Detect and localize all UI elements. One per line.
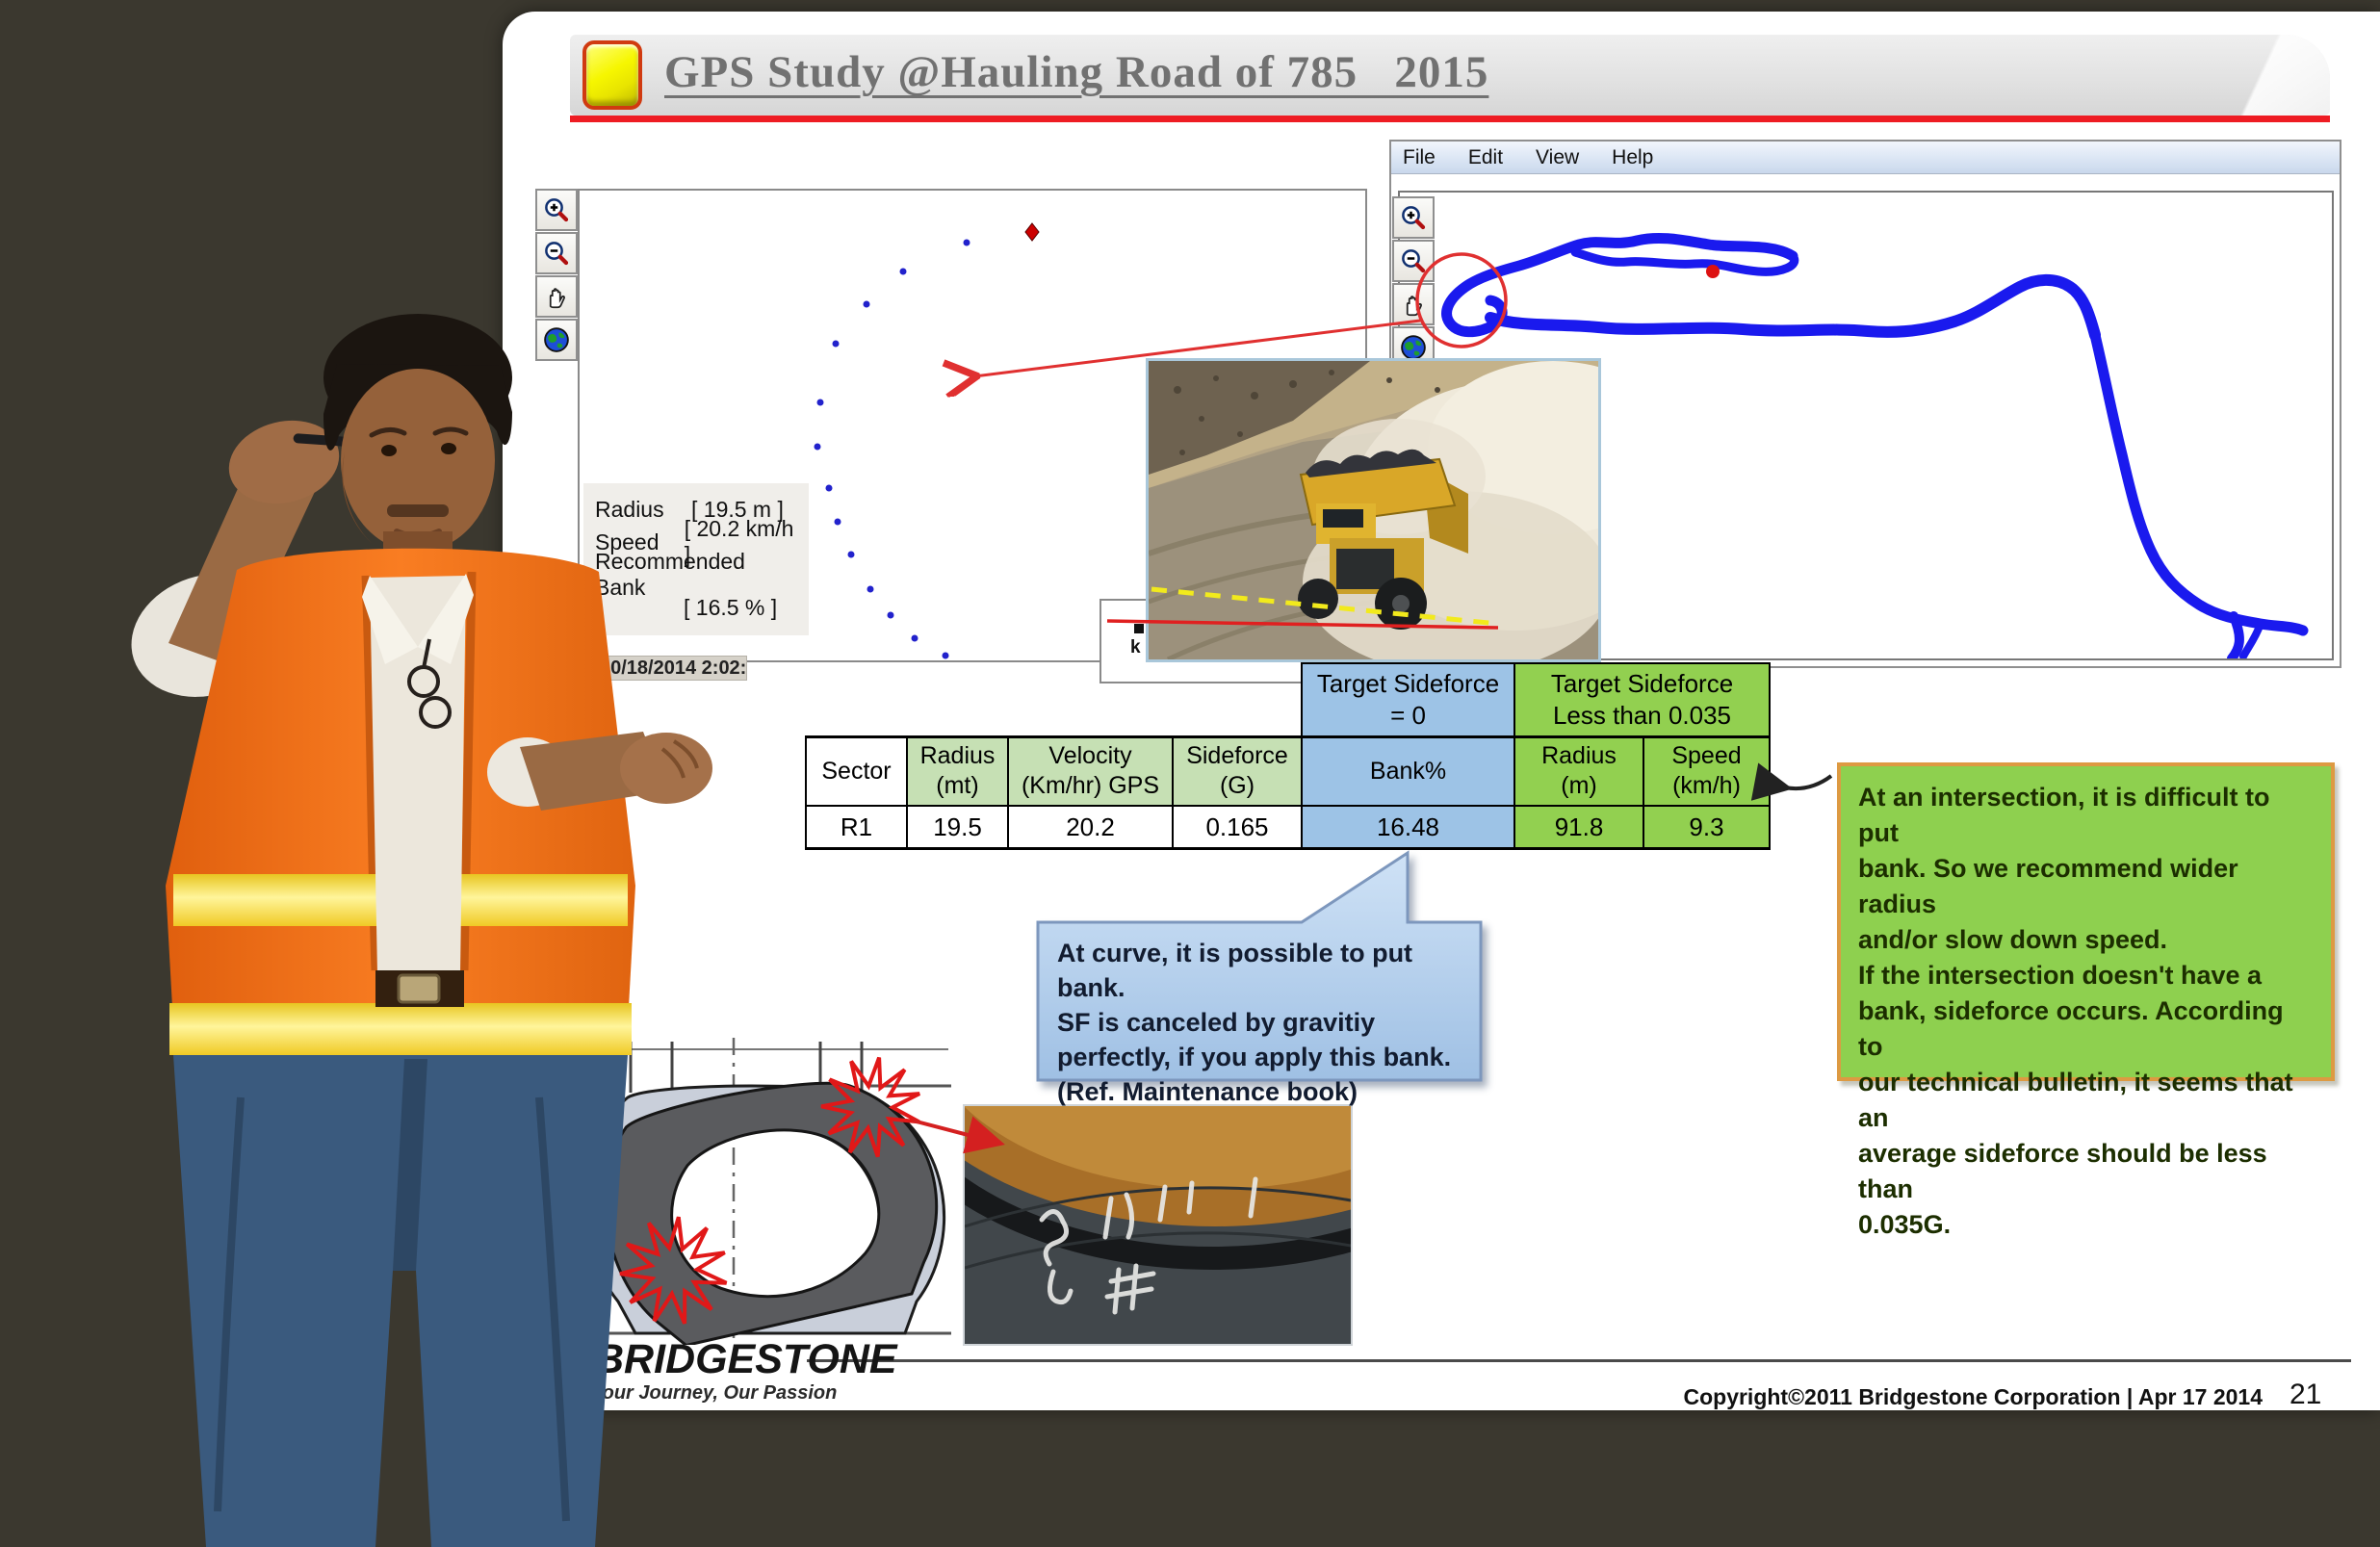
tire-bead-illustration bbox=[965, 1106, 1351, 1344]
title-red-rule bbox=[570, 116, 2330, 122]
table-column-header: Bank% bbox=[1302, 736, 1514, 806]
footer-divider bbox=[807, 1359, 2351, 1362]
pan-hand-button[interactable] bbox=[1392, 283, 1435, 325]
logo-tagline: Your Journey, Our Passion bbox=[590, 1382, 897, 1405]
tire-cross-section-diagram bbox=[582, 1032, 960, 1345]
red-position-dot bbox=[1706, 265, 1720, 278]
yellow-bullet-icon bbox=[582, 40, 642, 110]
info-bank-label: Recommended Bank bbox=[595, 549, 797, 601]
table-column-header: Speed (km/h) bbox=[1643, 736, 1770, 806]
haul-truck-illustration bbox=[1149, 361, 1598, 659]
table-top-header: Target Sideforce Less than 0.035 bbox=[1514, 663, 1770, 736]
tire-bead-photo bbox=[963, 1104, 1353, 1346]
intersection-callout: At an intersection, it is difficult to p… bbox=[1837, 762, 2335, 1081]
menu-item-help[interactable]: Help bbox=[1612, 146, 1653, 169]
footer-copyright: Copyright©2011 Bridgestone Corporation |… bbox=[1444, 1384, 2263, 1410]
legend-swatch bbox=[1134, 624, 1144, 633]
left-map-toolbar bbox=[535, 189, 578, 362]
table-top-header bbox=[806, 663, 1302, 736]
page-title: GPS Study @Hauling Road of 785 2015 bbox=[664, 46, 1488, 98]
sideforce-data-table: Target Sideforce = 0Target Sideforce Les… bbox=[805, 662, 1771, 850]
page-number: 21 bbox=[2289, 1379, 2321, 1411]
banner-fold-decoration bbox=[2080, 35, 2330, 116]
table-column-header: Sideforce (G) bbox=[1173, 736, 1302, 806]
zoom-out-icon bbox=[1399, 246, 1428, 275]
presentation-stage: GPS Study @Hauling Road of 785 2015 Radi… bbox=[0, 0, 2380, 1547]
menu-item-view[interactable]: View bbox=[1536, 146, 1579, 169]
red-position-marker bbox=[1025, 223, 1039, 241]
pan-hand-button[interactable] bbox=[535, 275, 578, 318]
status-bar-datetime: 10/18/2014 2:02:00 bbox=[595, 656, 747, 681]
zoom-in-button[interactable] bbox=[1392, 196, 1435, 239]
table-cell: R1 bbox=[806, 806, 907, 848]
table-cell: 91.8 bbox=[1514, 806, 1643, 848]
info-radius-label: Radius bbox=[595, 497, 691, 523]
globe-button[interactable] bbox=[535, 319, 578, 361]
right-map-toolbar bbox=[1392, 196, 1435, 370]
table-column-header: Radius (m) bbox=[1514, 736, 1643, 806]
zoom-out-icon bbox=[542, 239, 571, 268]
zoom-in-icon bbox=[1399, 203, 1428, 232]
zoom-out-button[interactable] bbox=[535, 232, 578, 274]
table-column-header: Velocity (Km/hr) GPS bbox=[1008, 736, 1173, 806]
pan-hand-icon bbox=[542, 282, 571, 311]
info-bank-value: [ 16.5 % ] bbox=[684, 595, 777, 621]
haul-truck-photo bbox=[1146, 358, 1601, 662]
menu-item-file[interactable]: File bbox=[1403, 146, 1436, 169]
curve-callout-text: At curve, it is possible to put bank. SF… bbox=[1057, 936, 1471, 1109]
bridgestone-logo: BRIDGESTONE Your Journey, Our Passion bbox=[561, 1338, 897, 1405]
curve-info-box: Radius[ 19.5 m ] Speed[ 20.2 km/h ] Reco… bbox=[583, 483, 809, 635]
zoom-in-icon bbox=[542, 195, 571, 224]
table-column-header: Radius (mt) bbox=[907, 736, 1008, 806]
legend-text-fragment: k bbox=[1130, 637, 1141, 658]
menu-item-edit[interactable]: Edit bbox=[1468, 146, 1503, 169]
table-top-header: Target Sideforce = 0 bbox=[1302, 663, 1514, 736]
zoom-out-button[interactable] bbox=[1392, 240, 1435, 282]
globe-icon bbox=[542, 325, 571, 354]
zoom-in-button[interactable] bbox=[535, 189, 578, 231]
table-cell: 9.3 bbox=[1643, 806, 1770, 848]
table-column-header: Sector bbox=[806, 736, 907, 806]
table-cell: 19.5 bbox=[907, 806, 1008, 848]
menu-bar: File Edit View Help bbox=[1391, 142, 2340, 174]
pan-hand-icon bbox=[1399, 290, 1428, 319]
